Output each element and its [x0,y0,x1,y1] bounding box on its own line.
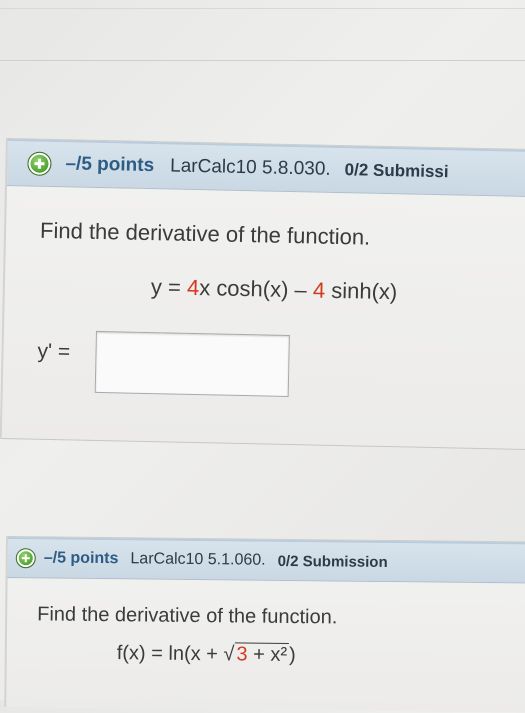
equation-close: ) [288,643,296,667]
question-prompt: Find the derivative of the function. [37,603,338,629]
equation-term: + x² [247,643,288,666]
question-code: LarCalc10 5.1.060. [130,550,266,569]
equation-lhs: y = [150,274,188,300]
answer-label: y' = [37,339,71,364]
question-card-2: –/5 points LarCalc10 5.1.060. 0/2 Submis… [4,536,525,713]
plus-icon[interactable] [15,548,36,569]
question-header: –/5 points LarCalc10 5.1.060. 0/2 Submis… [7,537,525,584]
question-card-1: –/5 points LarCalc10 5.8.030. 0/2 Submis… [0,138,525,451]
equation-coefficient: 3 [236,643,248,666]
submissions-count: 0/2 Submission [277,552,388,571]
submissions-count: 0/2 Submissi [344,160,449,182]
equation-term: x cosh(x) – [198,275,314,303]
card-divider [1,437,525,451]
equation-term: sinh(x) [324,277,398,305]
sqrt-radicand: 3 + x² [234,642,290,666]
plus-icon[interactable] [27,151,52,176]
divider [0,8,525,9]
points-label: –/5 points [65,153,155,177]
points-label: –/5 points [43,549,119,568]
previous-question-edge [0,0,525,61]
equation-lhs: f(x) = ln(x + [116,642,224,666]
question-code: LarCalc10 5.8.030. [169,155,331,180]
question-header: –/5 points LarCalc10 5.8.030. 0/2 Submis… [6,139,525,198]
answer-input[interactable] [94,330,290,397]
equation-coefficient: 4 [186,274,200,301]
sqrt-sign: √ [223,643,235,666]
question-prompt: Find the derivative of the function. [39,217,371,250]
function-equation: y = 4x cosh(x) – 4 sinh(x) [151,274,398,305]
equation-coefficient: 4 [312,277,326,303]
function-equation: f(x) = ln(x + √3 + x²) [117,642,296,667]
